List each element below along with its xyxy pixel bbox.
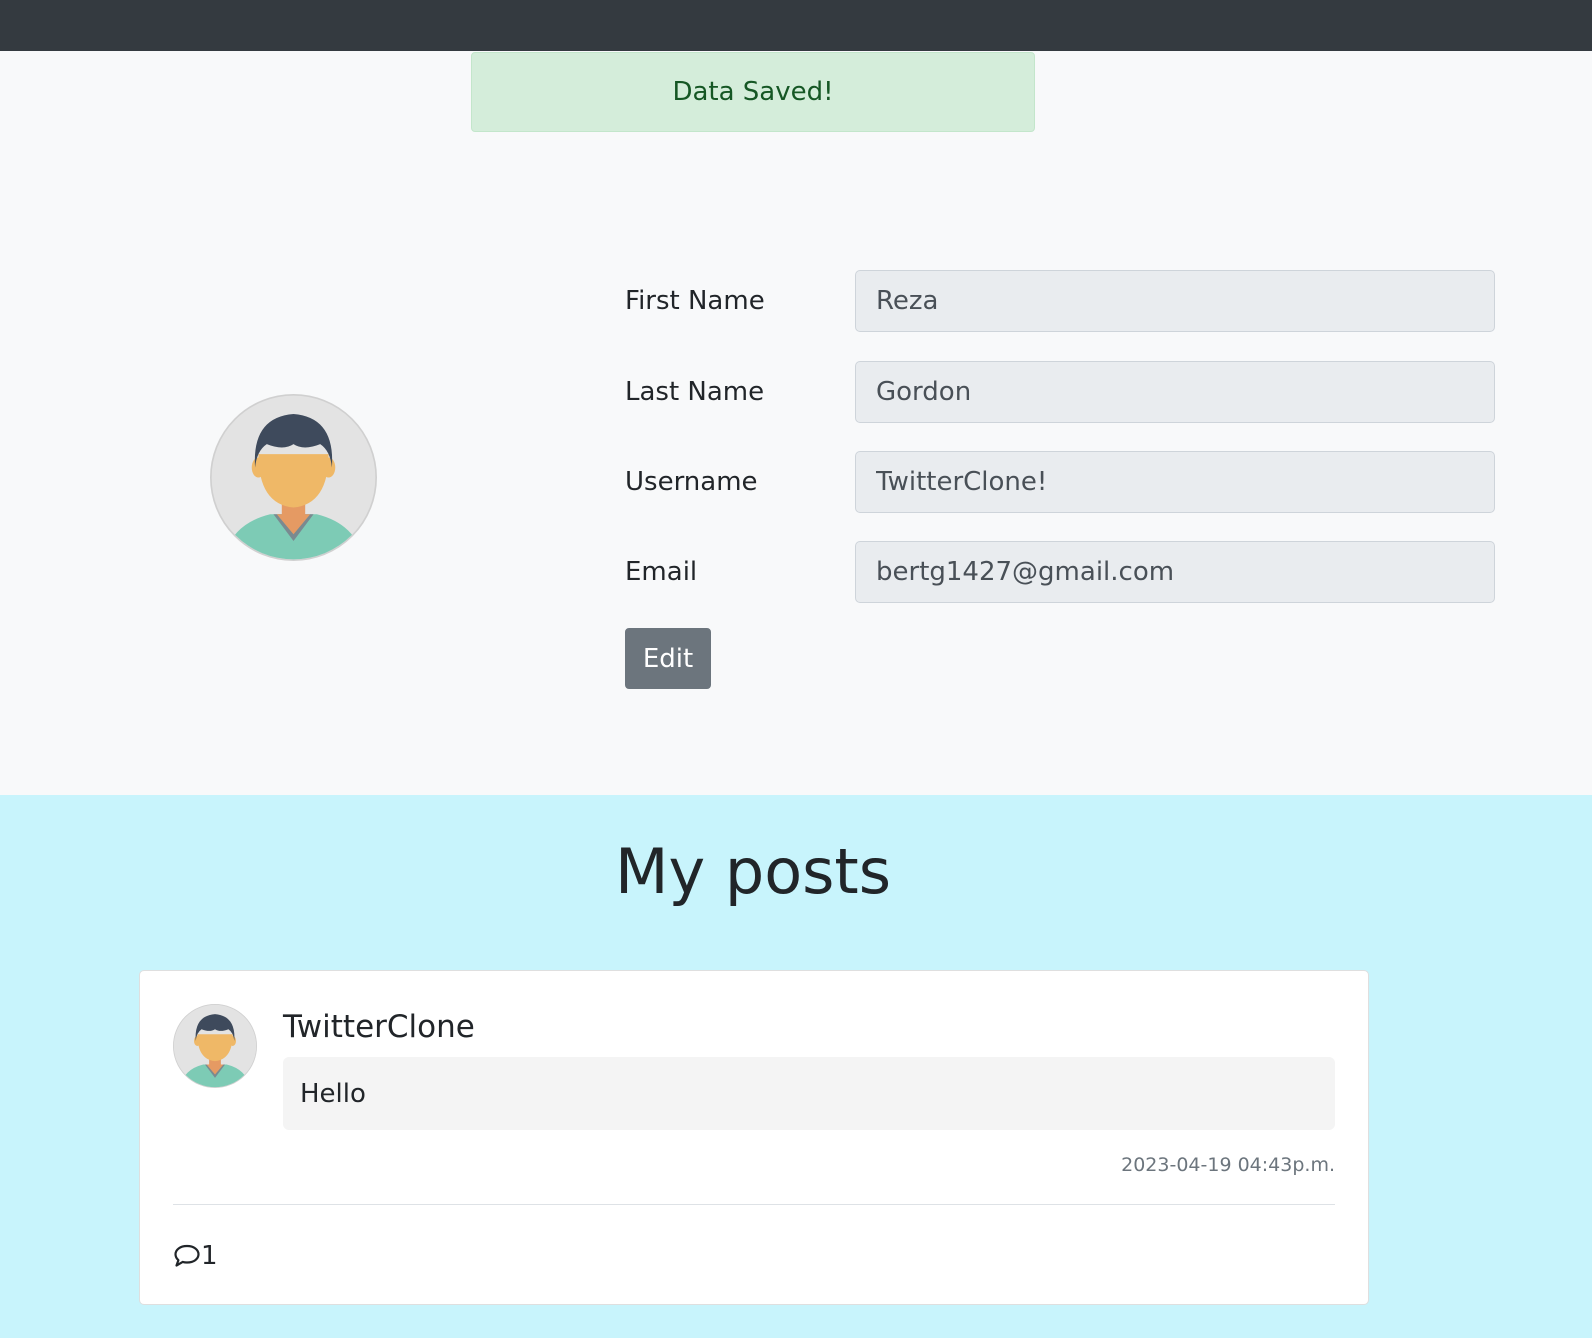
post-text: Hello: [300, 1078, 366, 1109]
user-avatar-icon: [210, 394, 377, 561]
username-label: Username: [625, 467, 758, 497]
success-alert: Data Saved!: [471, 52, 1035, 132]
top-navbar: [0, 0, 1592, 51]
post-timestamp: 2023-04-19 04:43p.m.: [1121, 1154, 1335, 1176]
user-avatar-icon: [173, 1004, 257, 1088]
first-name-label: First Name: [625, 286, 765, 316]
email-label: Email: [625, 557, 698, 587]
post-author[interactable]: TwitterClone: [283, 1009, 475, 1045]
post-body: Hello: [283, 1057, 1335, 1130]
chat-bubble-icon: [174, 1244, 200, 1267]
email-field[interactable]: [855, 541, 1495, 603]
profile-avatar: [210, 394, 377, 561]
edit-button[interactable]: Edit: [625, 628, 711, 689]
alert-message: Data Saved!: [672, 77, 834, 107]
post-card: TwitterClone Hello 2023-04-19 04:43p.m. …: [139, 970, 1369, 1305]
post-divider: [173, 1204, 1335, 1205]
last-name-field[interactable]: [855, 361, 1495, 423]
post-avatar[interactable]: [173, 1004, 257, 1088]
username-field[interactable]: [855, 451, 1495, 513]
posts-heading: My posts: [614, 835, 892, 908]
first-name-field[interactable]: [855, 270, 1495, 332]
last-name-label: Last Name: [625, 377, 765, 407]
comment-count: 1: [201, 1241, 218, 1271]
comment-button[interactable]: 1: [173, 1239, 218, 1273]
